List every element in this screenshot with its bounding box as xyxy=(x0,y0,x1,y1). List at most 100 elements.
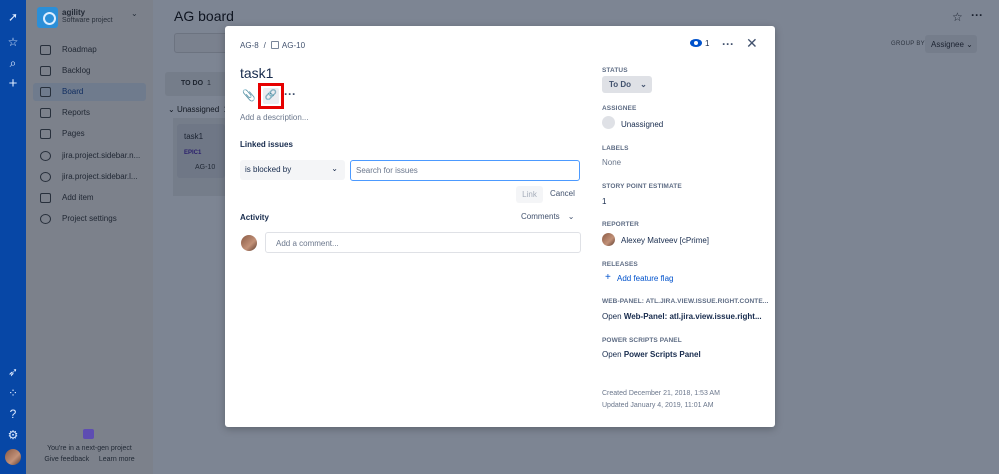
plus-icon: + xyxy=(605,272,611,283)
learn-more-link[interactable]: Learn more xyxy=(99,456,135,463)
attachment-icon[interactable]: 📎 xyxy=(242,89,256,103)
sidebar-item-reports[interactable]: Reports xyxy=(33,104,146,122)
chevron-down-icon: ⌄ xyxy=(640,80,647,89)
link-type-select[interactable]: is blocked by ⌄ xyxy=(240,160,345,180)
sidebar-item-pages[interactable]: Pages xyxy=(33,125,146,143)
settings-icon[interactable]: ⚙ xyxy=(3,426,23,444)
reports-icon xyxy=(40,108,51,118)
sidebar-item-board[interactable]: Board xyxy=(33,83,146,101)
star-icon[interactable]: ☆ xyxy=(3,33,23,51)
search-issues-input[interactable]: Search for issues xyxy=(350,160,580,181)
column-header-todo: TO DO 1 xyxy=(165,72,227,96)
watch-button[interactable]: 1 xyxy=(690,39,709,48)
project-type: Software project xyxy=(62,17,113,24)
more-actions-icon[interactable]: ··· xyxy=(722,37,734,51)
card-title: task1 xyxy=(184,132,204,141)
swimlane-header[interactable]: ⌄ Unassigned 1 xyxy=(168,105,228,114)
watch-count: 1 xyxy=(705,39,710,48)
project-sidebar: agility Software project ⌄ Roadmap Backl… xyxy=(26,0,153,474)
more-icon[interactable]: ··· xyxy=(284,87,296,101)
breadcrumb-parent[interactable]: AG-8 xyxy=(240,41,259,50)
rocket-icon[interactable]: ➶ xyxy=(3,363,23,381)
group-by-select[interactable]: Assignee ⌄ xyxy=(925,35,977,53)
sidebar-item-add-item[interactable]: Add item xyxy=(33,189,146,207)
power-scripts-row[interactable]: Open Power Scripts Panel xyxy=(602,350,701,359)
linked-issues-heading: Linked issues xyxy=(240,140,293,149)
give-feedback-link[interactable]: Give feedback xyxy=(44,456,89,463)
sidebar-item-label: Backlog xyxy=(62,66,91,75)
cancel-button[interactable]: Cancel xyxy=(550,189,575,198)
web-panel-name: Web-Panel: atl.jira.view.issue.right... xyxy=(623,312,762,321)
sidebar-item-label: jira.project.sidebar.n... xyxy=(62,151,141,160)
backlog-icon xyxy=(40,66,51,76)
page-title: AG board xyxy=(174,8,234,24)
power-scripts-label: POWER SCRIPTS PANEL xyxy=(602,337,682,344)
status-label: STATUS xyxy=(602,67,628,74)
reporter-value[interactable]: Alexey Matveev [cPrime] xyxy=(621,236,709,245)
breadcrumb-issue[interactable]: AG-10 xyxy=(282,41,305,50)
status-value: To Do xyxy=(609,80,632,89)
project-name[interactable]: agility xyxy=(62,8,85,17)
jira-logo-icon[interactable]: ➚ xyxy=(3,8,23,26)
web-panel-label: WEB-PANEL: ATL.JIRA.VIEW.ISSUE.RIGHT.CON… xyxy=(602,298,769,305)
card-key: AG-10 xyxy=(195,164,216,171)
sidebar-item-plugin-n[interactable]: jira.project.sidebar.n... xyxy=(33,147,146,165)
component-icon xyxy=(40,172,51,182)
sidebar-item-label: Board xyxy=(62,87,84,96)
avatar xyxy=(241,235,257,251)
releases-label: RELEASES xyxy=(602,261,638,268)
global-navigation: ➚ ☆ ⌕ + ➶ ⁘ ? ⚙ xyxy=(0,0,26,474)
board-card[interactable]: task1 EPIC1 AG-10 xyxy=(177,124,225,178)
link-issue-button[interactable]: 🔗 xyxy=(258,83,284,109)
assignee-label: ASSIGNEE xyxy=(602,105,637,112)
sidebar-item-backlog[interactable]: Backlog xyxy=(33,62,146,80)
user-avatar[interactable] xyxy=(5,449,21,465)
updated-timestamp: Updated January 4, 2019, 11:01 AM xyxy=(602,402,714,409)
next-gen-flag-icon xyxy=(83,429,94,439)
labels-value[interactable]: None xyxy=(602,158,621,167)
more-icon[interactable]: ··· xyxy=(971,8,983,22)
add-feature-flag-link[interactable]: Add feature flag xyxy=(617,274,673,283)
sidebar-item-label: jira.project.sidebar.l... xyxy=(62,172,138,181)
roadmap-icon xyxy=(40,45,51,55)
project-avatar[interactable] xyxy=(37,7,58,28)
comment-input[interactable]: Add a comment... xyxy=(265,232,581,253)
assignee-value[interactable]: Unassigned xyxy=(621,120,663,129)
labels-label: LABELS xyxy=(602,145,629,152)
web-panel-row[interactable]: Open Web-Panel: atl.jira.view.issue.righ… xyxy=(602,312,762,321)
help-icon[interactable]: ? xyxy=(3,405,23,423)
sidebar-item-project-settings[interactable]: Project settings xyxy=(33,210,146,228)
breadcrumb: AG-8 / AG-10 xyxy=(240,41,305,50)
close-icon[interactable]: ✕ xyxy=(746,35,758,52)
link-type-value: is blocked by xyxy=(245,165,292,174)
component-icon xyxy=(40,151,51,161)
chevron-down-icon[interactable]: ⌄ xyxy=(131,9,138,18)
group-by-label: GROUP BY xyxy=(891,41,925,47)
unassigned-avatar-icon xyxy=(602,116,615,129)
gear-icon xyxy=(40,214,51,224)
star-icon[interactable]: ☆ xyxy=(952,10,963,24)
link-button[interactable]: Link xyxy=(516,186,543,203)
description-field[interactable]: Add a description... xyxy=(240,113,308,122)
comments-filter[interactable]: Comments ⌄ xyxy=(521,212,574,221)
card-epic: EPIC1 xyxy=(184,150,202,156)
issue-modal: AG-8 / AG-10 1 ··· ✕ task1 📎 🔗 ··· Add a d… xyxy=(225,26,775,427)
issue-title[interactable]: task1 xyxy=(240,65,273,81)
sidebar-item-roadmap[interactable]: Roadmap xyxy=(33,41,146,59)
next-gen-notice: You're in a next-gen project xyxy=(47,445,132,452)
apps-grid-icon[interactable]: ⁘ xyxy=(3,384,23,402)
swimlane-title: Unassigned xyxy=(176,105,220,114)
next-gen-links: Give feedback Learn more xyxy=(26,456,153,463)
status-button[interactable]: To Do ⌄ xyxy=(602,76,652,93)
sidebar-item-plugin-l[interactable]: jira.project.sidebar.l... xyxy=(33,168,146,186)
column-count: 1 xyxy=(206,80,211,87)
chevron-down-icon: ⌄ xyxy=(331,164,338,173)
sidebar-item-label: Reports xyxy=(62,108,91,117)
reporter-label: REPORTER xyxy=(602,221,639,228)
search-icon[interactable]: ⌕ xyxy=(3,54,23,72)
sidebar-item-label: Roadmap xyxy=(62,45,97,54)
sidebar-item-label: Project settings xyxy=(62,214,117,223)
story-points-value[interactable]: 1 xyxy=(602,197,606,206)
pages-icon xyxy=(40,129,51,139)
plus-icon[interactable]: + xyxy=(3,75,23,93)
